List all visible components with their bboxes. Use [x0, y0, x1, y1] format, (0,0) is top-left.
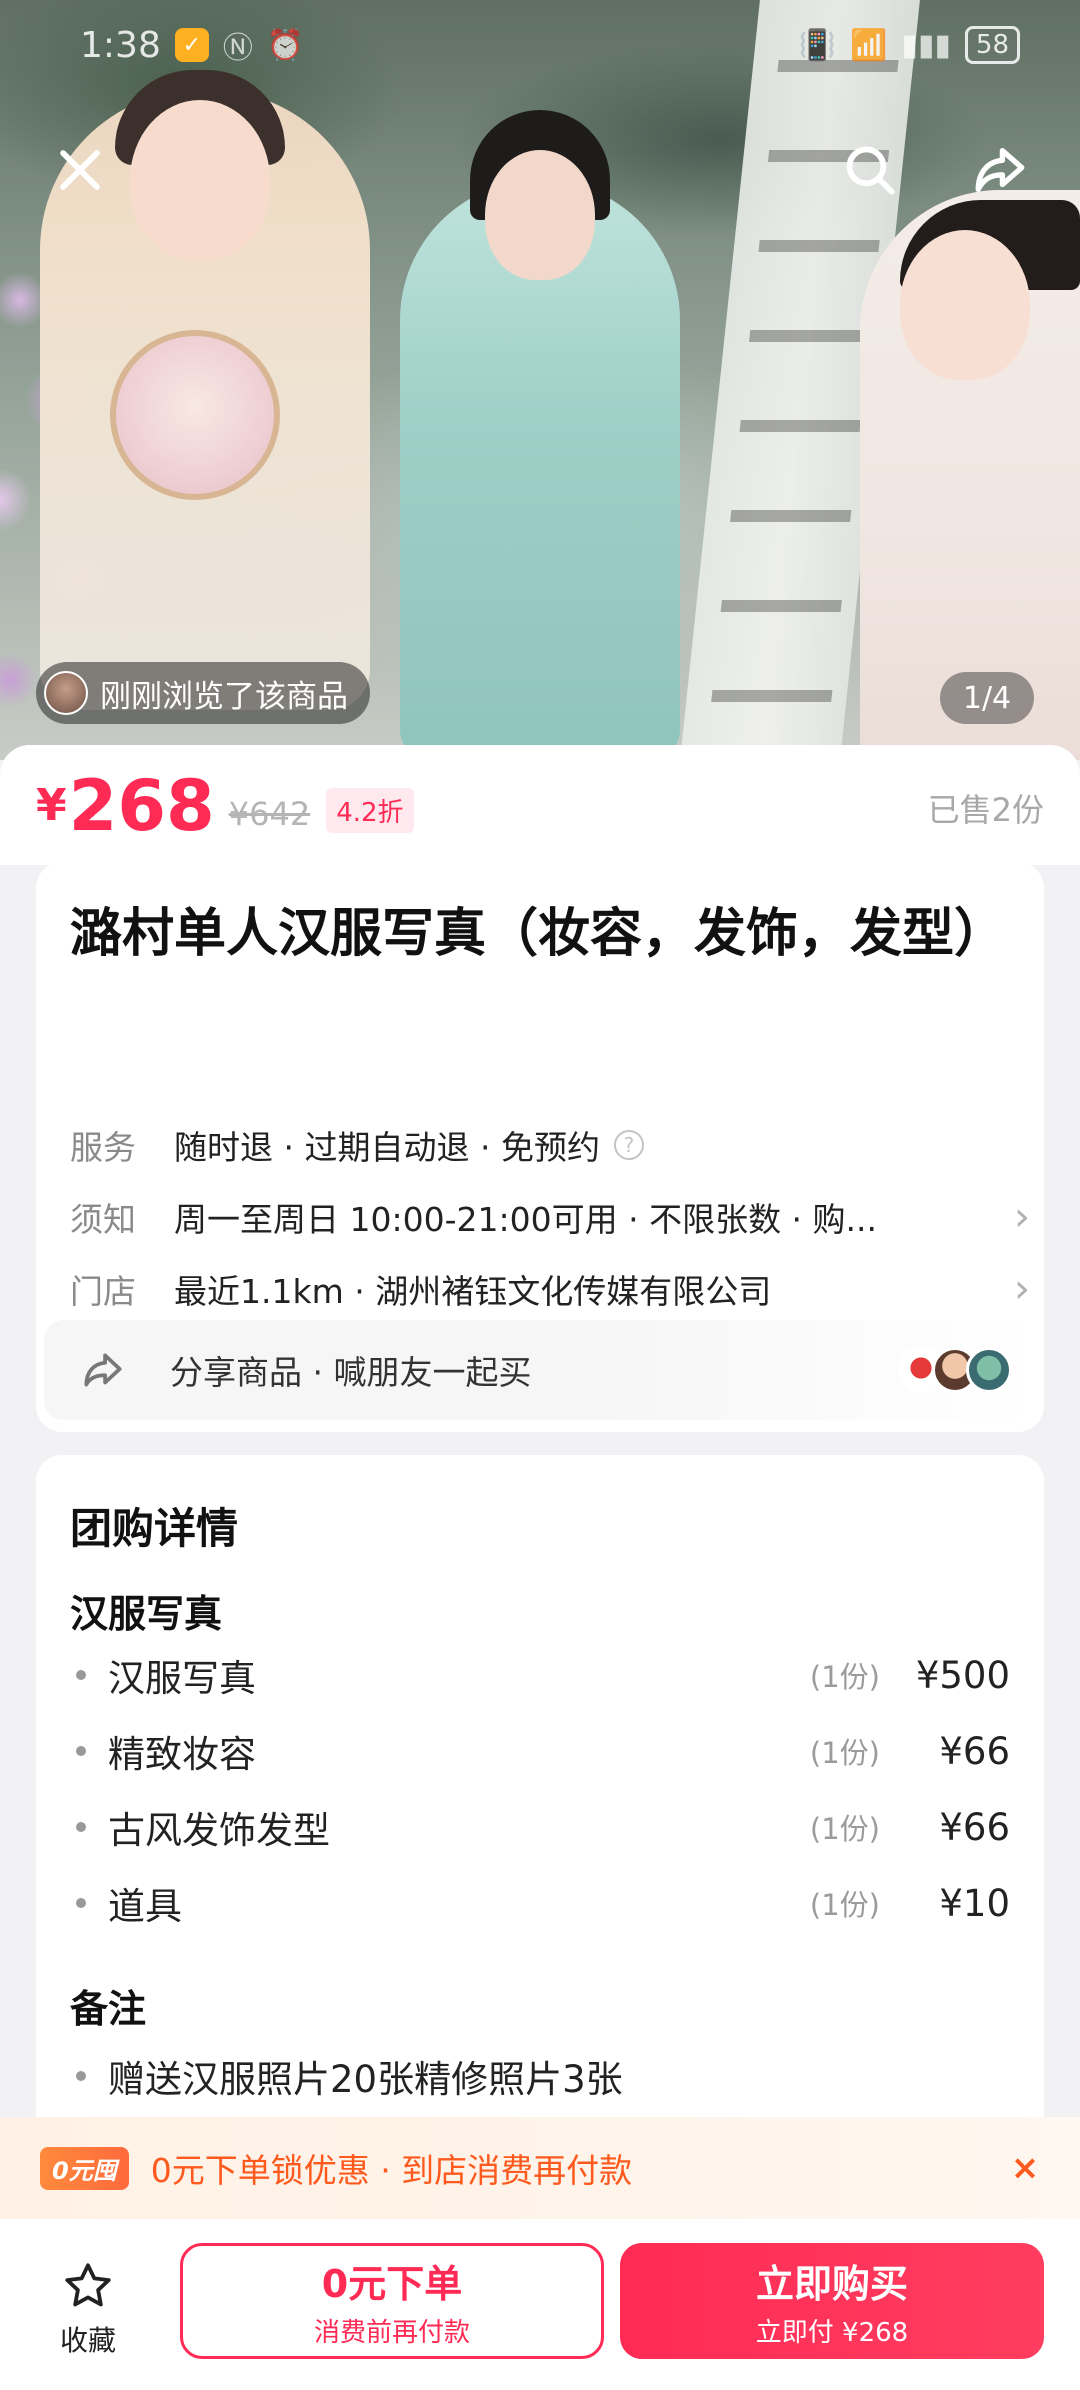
share-text: 分享商品 · 喊朋友一起买 [170, 1353, 532, 1392]
group-title: 汉服写真 [70, 1592, 223, 1636]
product-title: 潞村单人汉服写真（妆容，发饰，发型） [70, 904, 1007, 964]
search-button[interactable] [830, 130, 910, 210]
wifi-icon: 📶 [850, 27, 888, 63]
zero-order-button[interactable]: 0元下单 消费前再付款 [180, 2243, 604, 2359]
original-price: ¥642 [228, 795, 311, 833]
photo-model-right-face [900, 230, 1030, 380]
store-label: 门店 [70, 1272, 136, 1311]
service-row[interactable]: 服务 随时退 · 过期自动退 · 免预约 ? [70, 1115, 1030, 1175]
item-name: 汉服写真 [108, 1657, 256, 1700]
image-page-indicator: 1/4 [940, 672, 1034, 724]
zero-order-main-label: 0元下单 [321, 2262, 463, 2306]
viewer-avatar [44, 671, 88, 715]
item-name: 精致妆容 [108, 1733, 256, 1776]
package-item: 古风发饰发型 (1份) ¥66 [70, 1797, 1010, 1857]
product-detail-page: 1:38 ✓ Ⓝ ⏰ 📳 📶 ▮▮▮ 58 刚刚浏览了该商品 1/4 ¥ 268… [0, 0, 1080, 2390]
battery-icon: 58 [964, 26, 1020, 64]
recently-viewed-pill: 刚刚浏览了该商品 [36, 662, 370, 724]
package-item: 汉服写真 (1份) ¥500 [70, 1645, 1010, 1705]
package-item: 精致妆容 (1份) ¥66 [70, 1721, 1010, 1781]
item-qty: (1份) [809, 1812, 880, 1846]
chevron-right-icon: › [1014, 1266, 1030, 1312]
bullet-icon [76, 1898, 86, 1908]
buy-now-button[interactable]: 立即购买 立即付 ¥268 [620, 2243, 1044, 2359]
note-item: 赠送汉服照片20张精修照片3张 [70, 2046, 1010, 2106]
item-qty: (1份) [809, 1736, 880, 1770]
store-row[interactable]: 门店 最近1.1km · 湖州褚钰文化传媒有限公司 › [70, 1259, 1030, 1319]
close-icon [60, 150, 100, 190]
notice-row[interactable]: 须知 周一至周日 10:00-21:00可用 · 不限张数 · 购... › [70, 1187, 1030, 1247]
friend-avatar [966, 1347, 1012, 1393]
item-price: ¥66 [939, 1729, 1010, 1773]
product-info-card: 潞村单人汉服写真（妆容，发饰，发型） 服务 随时退 · 过期自动退 · 免预约 … [36, 862, 1044, 1432]
discount-badge: 4.2折 [326, 788, 414, 833]
recently-viewed-text: 刚刚浏览了该商品 [100, 678, 348, 715]
status-bar: 1:38 ✓ Ⓝ ⏰ 📳 📶 ▮▮▮ 58 [0, 0, 1080, 90]
store-value: 最近1.1km · 湖州褚钰文化传媒有限公司 [174, 1272, 772, 1311]
vibrate-icon: 📳 [798, 27, 837, 63]
sold-count: 已售2份 [927, 791, 1044, 829]
share-button[interactable] [960, 130, 1040, 210]
bullet-icon [76, 1746, 86, 1756]
app-notification-icon: ✓ [174, 28, 209, 62]
price-row: ¥ 268 ¥642 4.2折 已售2份 [0, 745, 1080, 865]
item-price: ¥66 [939, 1805, 1010, 1849]
share-icon [975, 148, 1025, 192]
note-text: 赠送汉服照片20张精修照片3张 [108, 2058, 623, 2101]
item-name: 道具 [108, 1885, 182, 1928]
star-icon [65, 2263, 111, 2307]
close-icon[interactable]: × [1000, 2143, 1050, 2193]
notice-value: 周一至周日 10:00-21:00可用 · 不限张数 · 购... [174, 1200, 878, 1239]
chevron-right-icon: › [1014, 1194, 1030, 1240]
product-image-carousel[interactable] [0, 0, 1080, 760]
signal-icon: ▮▮▮ [901, 27, 951, 63]
photo-model-left-face [130, 100, 270, 260]
zero-yuan-badge: 0元囤 [40, 2146, 129, 2190]
bullet-icon [76, 1670, 86, 1680]
close-button[interactable] [40, 130, 120, 210]
buy-now-sub-label: 立即付 ¥268 [755, 2318, 909, 2348]
favorite-label: 收藏 [59, 2324, 116, 2357]
current-price: 268 [68, 765, 215, 847]
service-value: 随时退 · 过期自动退 · 免预约 [174, 1128, 600, 1167]
bottom-action-bar: 收藏 0元下单 消费前再付款 立即购买 立即付 ¥268 [0, 2219, 1080, 2390]
share-icon [84, 1353, 122, 1387]
bullet-icon [76, 1822, 86, 1832]
promo-text: 0元下单锁优惠 · 到店消费再付款 [150, 2151, 633, 2190]
search-icon [846, 146, 895, 195]
photo-model-center-face [485, 150, 595, 280]
item-name: 古风发饰发型 [108, 1809, 330, 1852]
note-title: 备注 [70, 1987, 147, 2031]
nfc-icon: Ⓝ [222, 31, 253, 66]
service-label: 服务 [70, 1128, 136, 1167]
package-item: 道具 (1份) ¥10 [70, 1873, 1010, 1933]
buy-now-main-label: 立即购买 [755, 2262, 908, 2306]
friend-avatars [898, 1347, 1012, 1393]
status-time: 1:38 [80, 24, 161, 66]
item-qty: (1份) [809, 1888, 880, 1922]
item-price: ¥10 [939, 1881, 1010, 1925]
price-currency: ¥ [36, 780, 67, 831]
bullet-icon [76, 2071, 86, 2081]
photo-round-fan [110, 330, 280, 500]
detail-title: 团购详情 [70, 1504, 239, 1553]
item-price: ¥500 [915, 1653, 1010, 1697]
favorite-button[interactable]: 收藏 [48, 2259, 128, 2369]
zero-order-promo-banner[interactable]: 0元囤 0元下单锁优惠 · 到店消费再付款 × [0, 2117, 1080, 2219]
item-qty: (1份) [809, 1660, 880, 1694]
notice-label: 须知 [70, 1200, 136, 1239]
help-circle-icon[interactable]: ? [613, 1130, 644, 1160]
alarm-icon: ⏰ [266, 27, 305, 63]
share-product-strip[interactable]: 分享商品 · 喊朋友一起买 [44, 1320, 1036, 1420]
zero-order-sub-label: 消费前再付款 [313, 2318, 470, 2348]
